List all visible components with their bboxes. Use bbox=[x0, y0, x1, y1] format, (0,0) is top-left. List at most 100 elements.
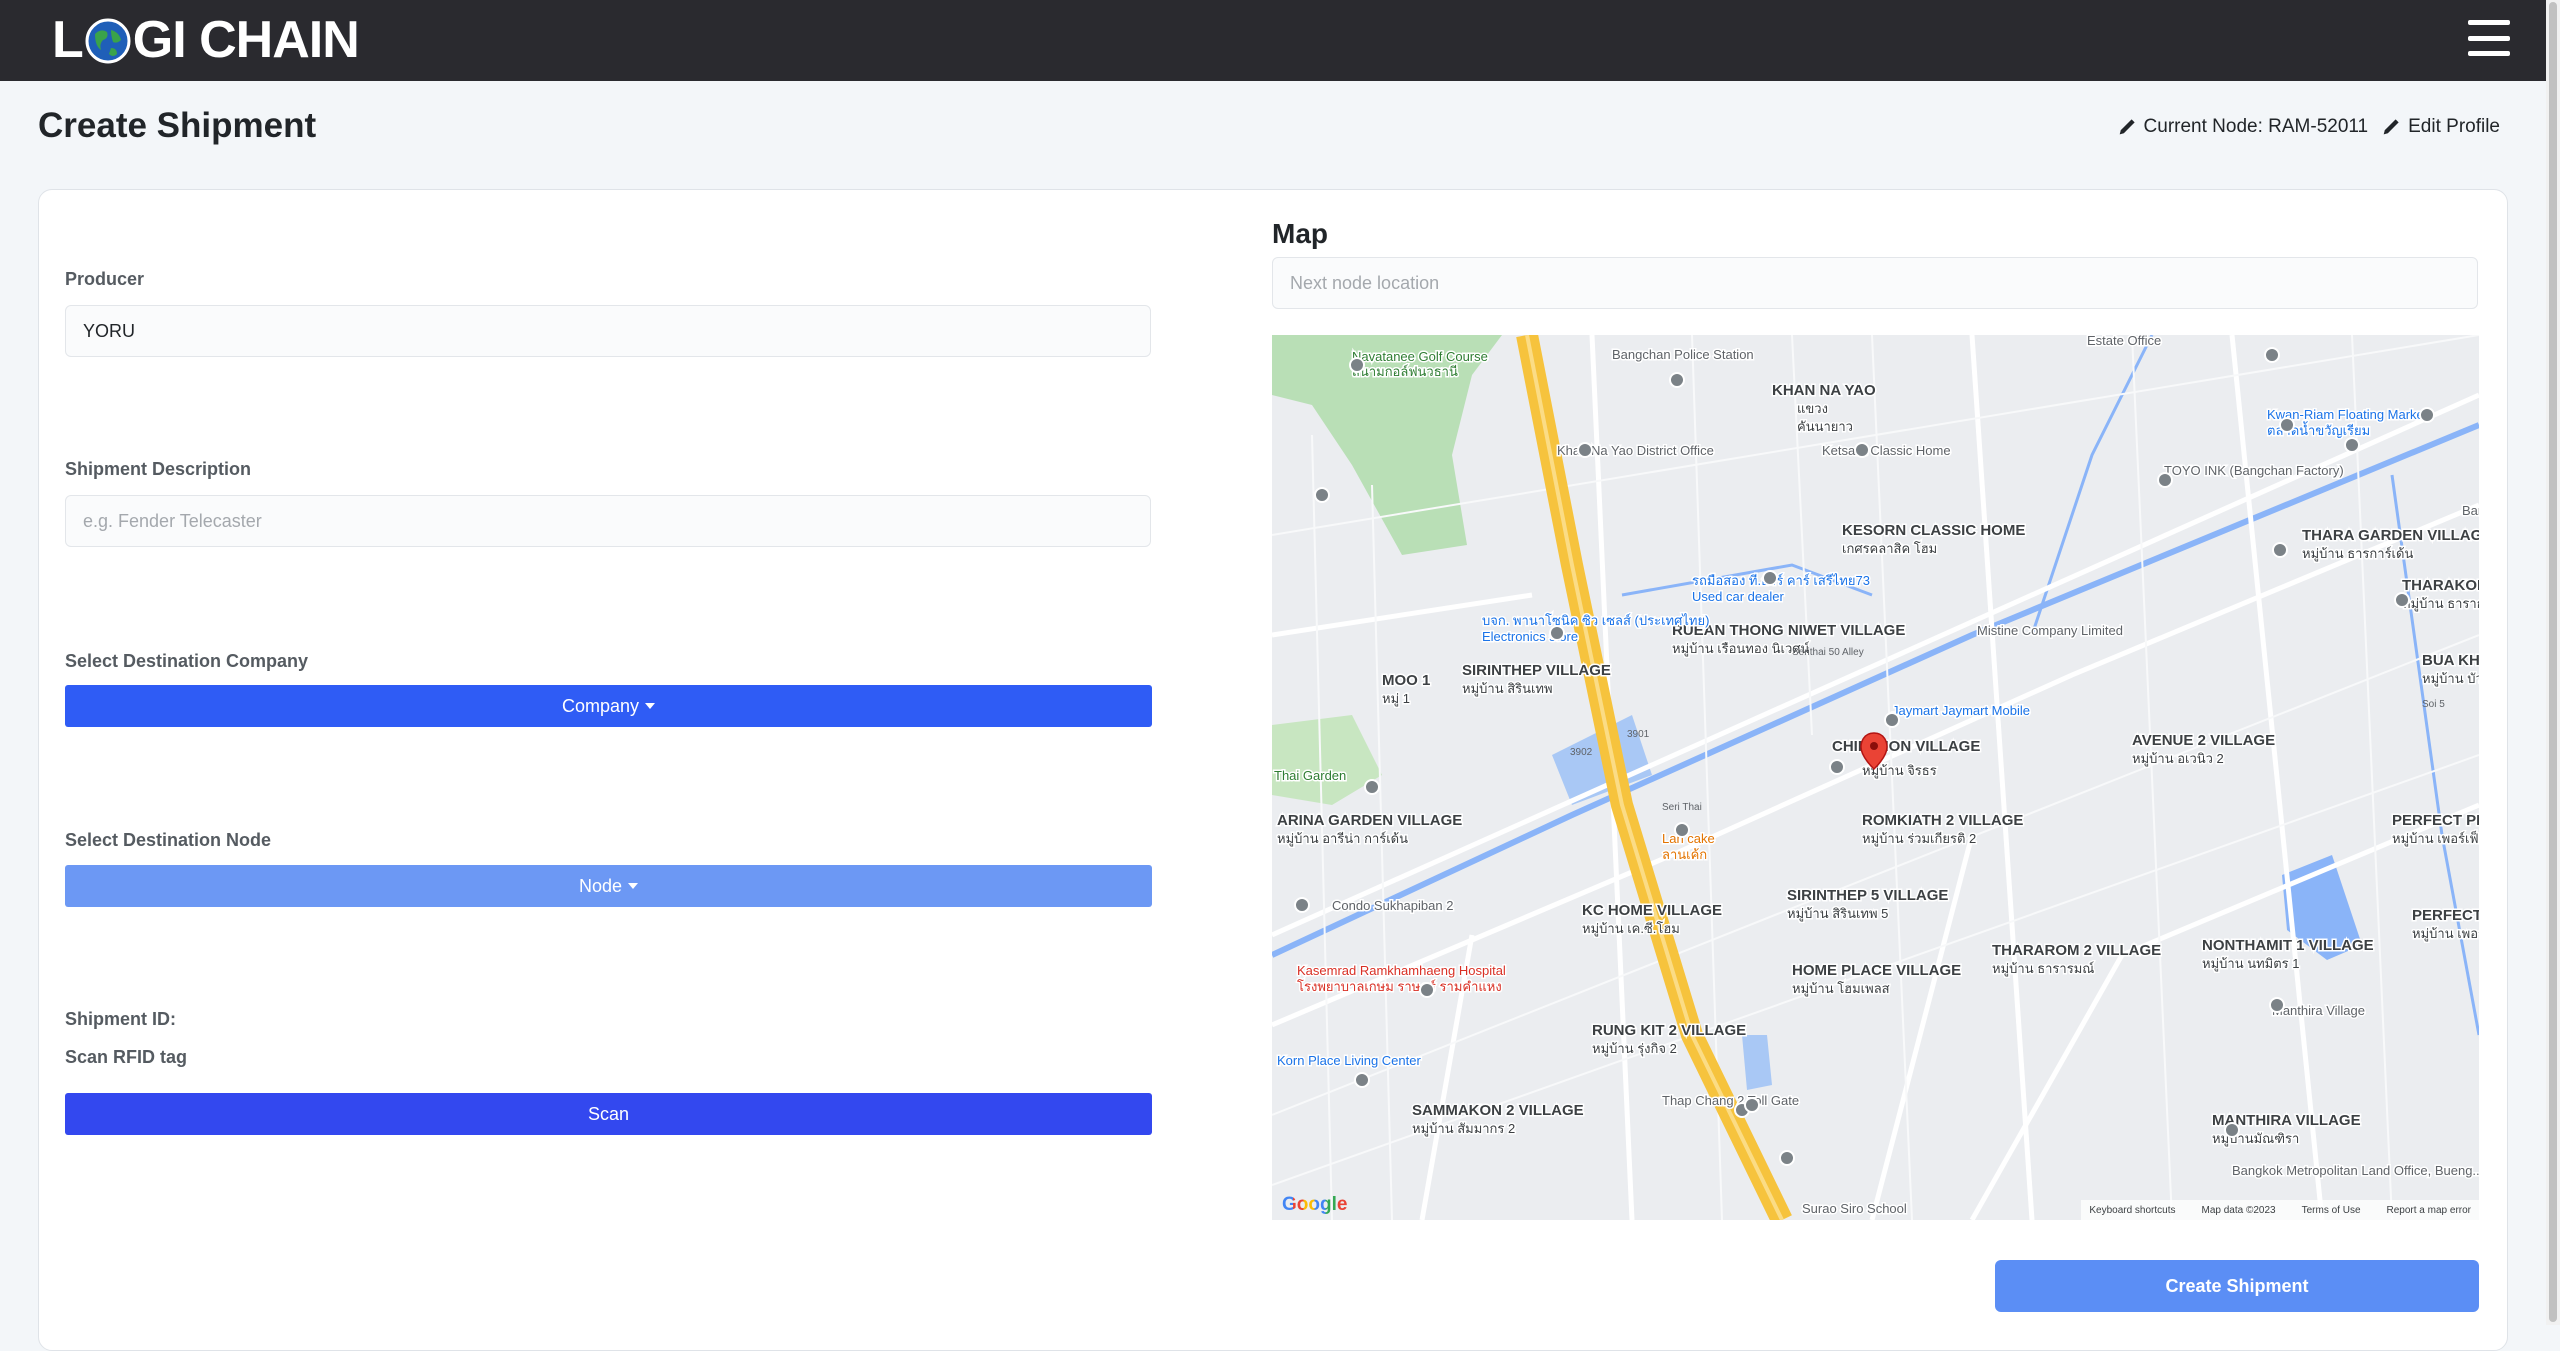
edit-profile-link[interactable]: Edit Profile bbox=[2382, 116, 2500, 138]
map-place-label[interactable]: Thai Garden bbox=[1273, 767, 1348, 785]
map-place-label[interactable]: SIRINTHEP 5 VILLAGE bbox=[1786, 886, 1950, 906]
map-place-label[interactable]: RUNG KIT 2 VILLAGE bbox=[1591, 1021, 1748, 1041]
map-place-label[interactable]: บจก. พานาโซนิค ซิว เซลส์ (ประเทศไทย) bbox=[1481, 612, 1711, 630]
map-poi-marker-icon[interactable] bbox=[2272, 542, 2288, 558]
map-place-label[interactable]: SIRINTHEP VILLAGE bbox=[1461, 661, 1613, 681]
map-place-label[interactable]: Korn Place Living Center bbox=[1276, 1052, 1423, 1070]
map-place-label[interactable]: Thap Chang 2 Toll Gate bbox=[1661, 1092, 1801, 1110]
map-poi-marker-icon[interactable] bbox=[1762, 570, 1778, 586]
map-poi-marker-icon[interactable] bbox=[1314, 487, 1330, 503]
map-place-label[interactable]: หมู่บ้าน ธารากร bbox=[2401, 595, 2480, 614]
map-place-label[interactable]: Bangchan Police Station bbox=[1611, 346, 1756, 364]
map-poi-marker-icon[interactable] bbox=[1854, 442, 1870, 458]
map-poi-marker-icon[interactable] bbox=[2224, 1122, 2240, 1138]
report-map-error-link[interactable]: Report a map error bbox=[2387, 1205, 2471, 1216]
map-poi-marker-icon[interactable] bbox=[2419, 407, 2435, 423]
map-place-label[interactable]: HOME PLACE VILLAGE bbox=[1791, 961, 1963, 981]
map-place-label[interactable]: หมู่บ้าน เค.ซี.โฮม bbox=[1581, 920, 1682, 939]
current-node-link[interactable]: Current Node: RAM-52011 bbox=[2118, 116, 2368, 138]
map-place-label[interactable]: ลานเค้ก bbox=[1661, 846, 1709, 864]
map-place-label[interactable]: หมู่บ้าน ธารารมณ์ bbox=[1991, 960, 2096, 979]
map-place-label[interactable]: รถมือสอง ที.อาร์ คาร์ เสรีไทย73 bbox=[1691, 572, 1872, 590]
map-place-label[interactable]: Kasemrad Ramkhamhaeng Hospital bbox=[1296, 962, 1508, 980]
map-place-label[interactable]: THARAROM 2 VILLAGE bbox=[1991, 941, 2163, 961]
logo[interactable]: L GI CHAIN bbox=[52, 11, 360, 69]
map-place-label[interactable]: Navatanee Golf Course bbox=[1351, 348, 1490, 366]
scrollbar-thumb[interactable] bbox=[2549, 2, 2557, 1322]
shipment-description-input[interactable] bbox=[65, 495, 1151, 547]
map-place-label[interactable]: PERFECT PLACE VILLAGE bbox=[2391, 811, 2480, 831]
map-place-label[interactable]: Jaymart Jaymart Mobile bbox=[1891, 702, 2032, 720]
map-place-label[interactable]: SAMMAKON 2 VILLAGE bbox=[1411, 1101, 1586, 1121]
map-poi-marker-icon[interactable] bbox=[1349, 357, 1365, 373]
map-poi-marker-icon[interactable] bbox=[1669, 372, 1685, 388]
map-place-label[interactable]: Ketsara Classic Home bbox=[1821, 442, 1953, 460]
map-poi-marker-icon[interactable] bbox=[1294, 897, 1310, 913]
map-poi-marker-icon[interactable] bbox=[1744, 1097, 1760, 1113]
map-place-label[interactable]: หมู่บ้าน อเวนิว 2 bbox=[2131, 750, 2226, 769]
map-place-label[interactable]: AVENUE 2 VILLAGE bbox=[2131, 731, 2277, 751]
map-place-label[interactable]: โรงพยาบาลเกษม ราษฎร์ รามคำแหง bbox=[1296, 978, 1504, 996]
map-place-label[interactable]: เกศรคลาสิค โฮม bbox=[1841, 540, 1939, 558]
map-place-label[interactable]: คันนายาว bbox=[1796, 418, 1855, 436]
map-poi-marker-icon[interactable] bbox=[2394, 592, 2410, 608]
map-place-label[interactable]: หมู่บ้าน บัวขาว bbox=[2421, 670, 2480, 689]
map-place-label[interactable]: TOYO INK (Bangchan Factory) bbox=[2163, 462, 2346, 480]
map-place-label[interactable]: THARA GARDEN VILLAGE bbox=[2301, 526, 2480, 546]
map-place-label[interactable]: KESORN CLASSIC HOME bbox=[1841, 521, 2027, 541]
map-place-label[interactable]: หมู่บ้าน สิรินเทพ bbox=[1461, 680, 1555, 699]
map-poi-marker-icon[interactable] bbox=[1419, 982, 1435, 998]
map-poi-marker-icon[interactable] bbox=[2279, 417, 2295, 433]
map-place-label[interactable]: MOO 1 bbox=[1381, 671, 1432, 691]
keyboard-shortcuts-link[interactable]: Keyboard shortcuts bbox=[2089, 1205, 2175, 1216]
node-dropdown-button[interactable]: Node bbox=[65, 865, 1152, 907]
map-poi-marker-icon[interactable] bbox=[1364, 779, 1380, 795]
map-place-label[interactable]: Bangkok Metropolitan Land Office, Bueng.… bbox=[2231, 1162, 2480, 1180]
map-place-label[interactable]: หมู่บ้าน รุ่งกิจ 2 bbox=[1591, 1040, 1679, 1059]
map-canvas[interactable]: Navatanee Golf Courseสนามกอล์ฟนวธานี Bang… bbox=[1272, 335, 2479, 1220]
producer-input[interactable] bbox=[65, 305, 1151, 357]
map-place-label[interactable]: Condo Sukhapiban 2 bbox=[1331, 897, 1455, 915]
map-place-label[interactable]: KC HOME VILLAGE bbox=[1581, 901, 1724, 921]
map-place-label[interactable]: หมู่บ้าน ธารการ์เด้น bbox=[2301, 545, 2415, 564]
terms-of-use-link[interactable]: Terms of Use bbox=[2302, 1205, 2361, 1216]
map-place-label[interactable]: หมู่บ้าน สิรินเทพ 5 bbox=[1786, 905, 1890, 924]
map-view[interactable]: Navatanee Golf Course สนามกอล์ฟนวธานี Bang… bbox=[1272, 335, 2479, 1220]
next-node-location-input[interactable] bbox=[1272, 257, 2478, 309]
map-place-label[interactable]: แขวง bbox=[1796, 400, 1830, 418]
map-place-label[interactable]: หมู่บ้าน เรือนทอง นิเวศน์ bbox=[1671, 640, 1812, 659]
map-poi-marker-icon[interactable] bbox=[1577, 442, 1593, 458]
map-poi-marker-icon[interactable] bbox=[1779, 1150, 1795, 1166]
map-place-label[interactable]: หมู่บ้าน เพอร์เฟ็คเพลส bbox=[2391, 828, 2480, 849]
map-place-label[interactable]: Mistine Company Limited bbox=[1976, 622, 2125, 640]
map-poi-marker-icon[interactable] bbox=[1354, 1072, 1370, 1088]
map-poi-marker-icon[interactable] bbox=[2344, 437, 2360, 453]
map-place-label[interactable]: KHAN NA YAO bbox=[1771, 381, 1878, 401]
map-place-label[interactable]: หมู่บ้าน โฮมเพลส bbox=[1791, 980, 1892, 999]
map-place-label[interactable]: สนามกอล์ฟนวธานี bbox=[1351, 363, 1460, 381]
map-place-label[interactable]: หมู่บ้าน อารีน่า การ์เด้น bbox=[1276, 830, 1410, 849]
map-place-label[interactable]: ROMKIATH 2 VILLAGE bbox=[1861, 811, 2025, 831]
map-place-label[interactable]: Manthira Village bbox=[2271, 1002, 2367, 1020]
map-place-label[interactable]: THARAKON VILLAGE bbox=[2401, 576, 2480, 596]
map-place-label[interactable]: PERFECT PLACE 3 VILLAGE bbox=[2411, 906, 2480, 926]
map-place-label[interactable]: ARINA GARDEN VILLAGE bbox=[1276, 811, 1464, 831]
scan-button[interactable]: Scan bbox=[65, 1093, 1152, 1135]
map-place-label[interactable]: หมู่บ้าน เพอร์เฟ็ค เพลส 3 bbox=[2411, 923, 2480, 944]
page-scrollbar[interactable] bbox=[2546, 0, 2560, 1325]
map-poi-marker-icon[interactable] bbox=[2157, 472, 2173, 488]
map-place-label[interactable]: Used car dealer bbox=[1691, 588, 1786, 606]
create-shipment-button[interactable]: Create Shipment bbox=[1995, 1260, 2479, 1312]
hamburger-icon[interactable] bbox=[2468, 20, 2510, 56]
map-poi-marker-icon[interactable] bbox=[1884, 712, 1900, 728]
company-dropdown-button[interactable]: Company bbox=[65, 685, 1152, 727]
map-place-label[interactable]: NONTHAMIT 1 VILLAGE bbox=[2201, 936, 2376, 956]
map-place-label[interactable]: หมู่ 1 bbox=[1381, 690, 1412, 709]
map-place-label[interactable]: Bangkok Region Revenue Office bbox=[2461, 502, 2480, 520]
map-place-label[interactable]: Estate Office bbox=[2086, 335, 2163, 350]
map-place-label[interactable]: Surao Siro School bbox=[1801, 1200, 1909, 1218]
map-poi-marker-icon[interactable] bbox=[1674, 822, 1690, 838]
map-place-label[interactable]: BUA KHAO VILLAGE bbox=[2421, 651, 2480, 671]
map-poi-marker-icon[interactable] bbox=[1549, 625, 1565, 641]
map-poi-marker-icon[interactable] bbox=[1829, 759, 1845, 775]
